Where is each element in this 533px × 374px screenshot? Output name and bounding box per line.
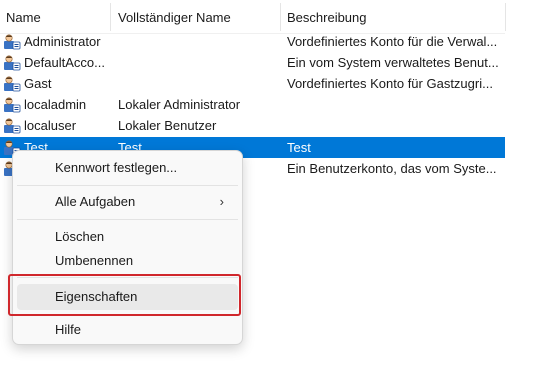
row-name: Gast bbox=[24, 76, 52, 91]
row-description: Ein Benutzerkonto, das vom Syste... bbox=[287, 161, 497, 176]
menu-item-label: Umbenennen bbox=[55, 253, 134, 268]
column-divider[interactable] bbox=[505, 3, 506, 31]
column-header-name[interactable]: Name bbox=[6, 9, 41, 27]
table-row[interactable]: Administrator Vordefiniertes Konto für d… bbox=[0, 31, 505, 52]
menu-separator bbox=[17, 185, 238, 186]
row-description bbox=[287, 94, 503, 115]
column-header: Name Vollständiger Name Beschreibung bbox=[0, 0, 533, 34]
user-account-icon bbox=[3, 118, 21, 134]
menu-item-all-tasks[interactable]: Alle Aufgaben › bbox=[17, 189, 238, 215]
row-description: Test bbox=[287, 140, 311, 155]
menu-item-label: Löschen bbox=[55, 229, 105, 244]
menu-item-label: Hilfe bbox=[55, 322, 82, 337]
highlight-box bbox=[8, 274, 241, 316]
menu-item-rename[interactable]: Umbenennen bbox=[17, 248, 238, 274]
row-description: Vordefiniertes Konto für die Verwal... bbox=[287, 34, 498, 49]
table-row[interactable]: DefaultAcco... Ein vom System verwaltete… bbox=[0, 52, 505, 73]
user-account-icon bbox=[3, 97, 21, 113]
user-account-icon bbox=[3, 34, 21, 50]
row-description bbox=[287, 115, 503, 136]
menu-item-label: Kennwort festlegen... bbox=[55, 160, 178, 175]
column-divider[interactable] bbox=[280, 3, 281, 31]
row-name: localadmin bbox=[24, 97, 87, 112]
row-fullname bbox=[118, 73, 278, 94]
row-fullname bbox=[118, 31, 278, 52]
row-fullname: Lokaler Benutzer bbox=[118, 118, 217, 133]
menu-item-help[interactable]: Hilfe bbox=[17, 317, 238, 343]
row-description: Ein vom System verwaltetes Benut... bbox=[287, 55, 499, 70]
row-description: Vordefiniertes Konto für Gastzugri... bbox=[287, 76, 493, 91]
column-header-fullname[interactable]: Vollständiger Name bbox=[118, 9, 231, 27]
chevron-right-icon: › bbox=[219, 194, 224, 209]
column-header-description[interactable]: Beschreibung bbox=[287, 9, 367, 27]
menu-separator bbox=[17, 219, 238, 220]
menu-item-label: Alle Aufgaben bbox=[55, 194, 136, 209]
table-row[interactable]: localuser Lokaler Benutzer bbox=[0, 115, 505, 136]
row-fullname: Lokaler Administrator bbox=[118, 97, 241, 112]
user-account-icon bbox=[3, 76, 21, 92]
row-name: localuser bbox=[24, 118, 77, 133]
menu-item-set-password[interactable]: Kennwort festlegen... bbox=[17, 155, 238, 181]
row-name: DefaultAcco... bbox=[24, 55, 105, 70]
row-name: Administrator bbox=[24, 34, 101, 49]
menu-item-delete[interactable]: Löschen bbox=[17, 224, 238, 250]
table-row[interactable]: localadmin Lokaler Administrator bbox=[0, 94, 505, 115]
table-row[interactable]: Gast Vordefiniertes Konto für Gastzugri.… bbox=[0, 73, 505, 94]
column-divider[interactable] bbox=[110, 3, 111, 31]
row-fullname bbox=[118, 52, 278, 73]
user-account-icon bbox=[3, 55, 21, 71]
